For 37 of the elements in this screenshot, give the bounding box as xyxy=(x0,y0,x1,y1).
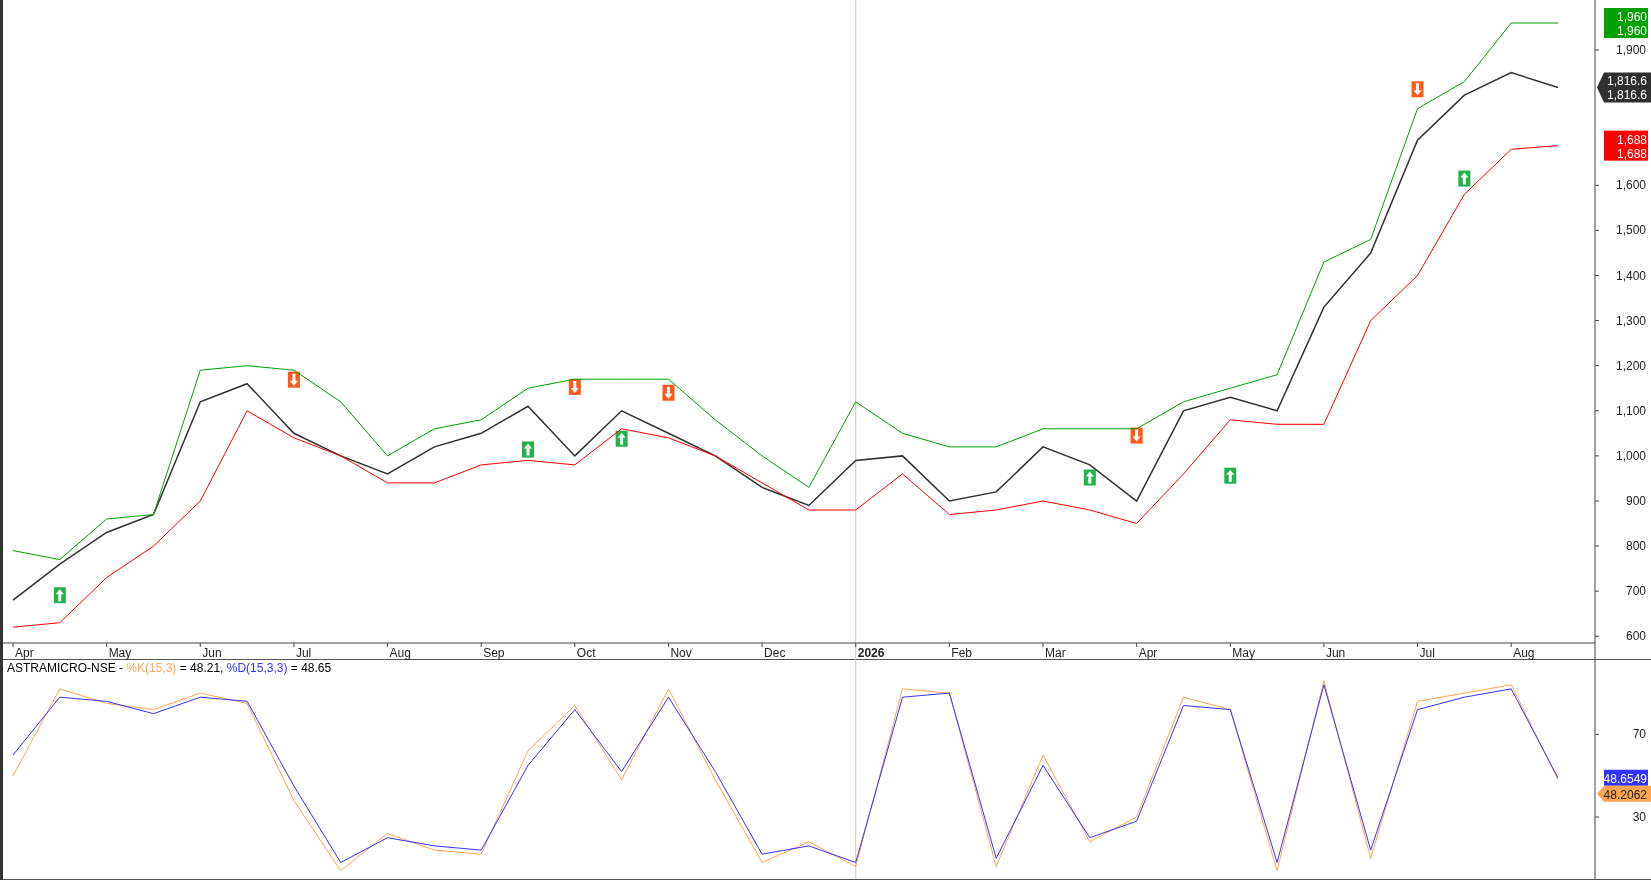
axis-label: 1,000 xyxy=(1615,448,1646,463)
axis-label: 900 xyxy=(1625,493,1646,508)
chart-legend: ASTRAMICRO-NSE - %K(15,3) = 48.21, %D(15,3,3) = 48.65 xyxy=(7,661,332,676)
axis-label: Sep xyxy=(483,646,505,660)
axis-label: 2026 xyxy=(857,646,885,660)
price-tag: 48.2062 xyxy=(1597,786,1651,802)
price-tag: 1,688 1,688 xyxy=(1604,130,1648,161)
axis-label: Oct xyxy=(576,646,596,660)
axis-label: 600 xyxy=(1625,629,1646,644)
axis-label: Apr xyxy=(15,646,34,660)
axis-label: Aug xyxy=(389,646,411,660)
axis-label: Nov xyxy=(670,646,692,660)
axis-label: 1,500 xyxy=(1615,223,1646,238)
axis-label: 1,100 xyxy=(1615,403,1646,418)
axis-label: 1,200 xyxy=(1615,358,1646,373)
axis-label: Jun xyxy=(202,646,222,660)
axis-label: Aug xyxy=(1513,646,1535,660)
axis-label: Dec xyxy=(764,646,786,660)
axis-label: Jun xyxy=(1325,646,1346,660)
axis-label: 1,900 xyxy=(1615,43,1646,58)
axis-label: 70 xyxy=(1632,727,1646,742)
axis-label: 800 xyxy=(1625,539,1646,554)
price-tag: 1,816.6 1,816.6 xyxy=(1597,72,1651,103)
price-tag: 1,960 1,960 xyxy=(1604,8,1648,38)
axis-label: 700 xyxy=(1625,584,1646,599)
axis-label: Mar xyxy=(1045,646,1066,660)
axis-label: Apr xyxy=(1138,646,1158,660)
axis-label: 1,400 xyxy=(1615,268,1646,283)
axis-label: Jul xyxy=(295,646,312,660)
axis-label: May xyxy=(1232,646,1255,660)
axis-label: May xyxy=(108,646,132,660)
axis-label: 1,600 xyxy=(1615,178,1646,193)
axis-label: 1,300 xyxy=(1615,313,1646,328)
axis-label: Jul xyxy=(1419,646,1435,660)
price-tag: 48.6549 xyxy=(1603,770,1648,786)
axis-label: 30 xyxy=(1632,810,1646,825)
axis-label: Feb xyxy=(951,646,973,660)
